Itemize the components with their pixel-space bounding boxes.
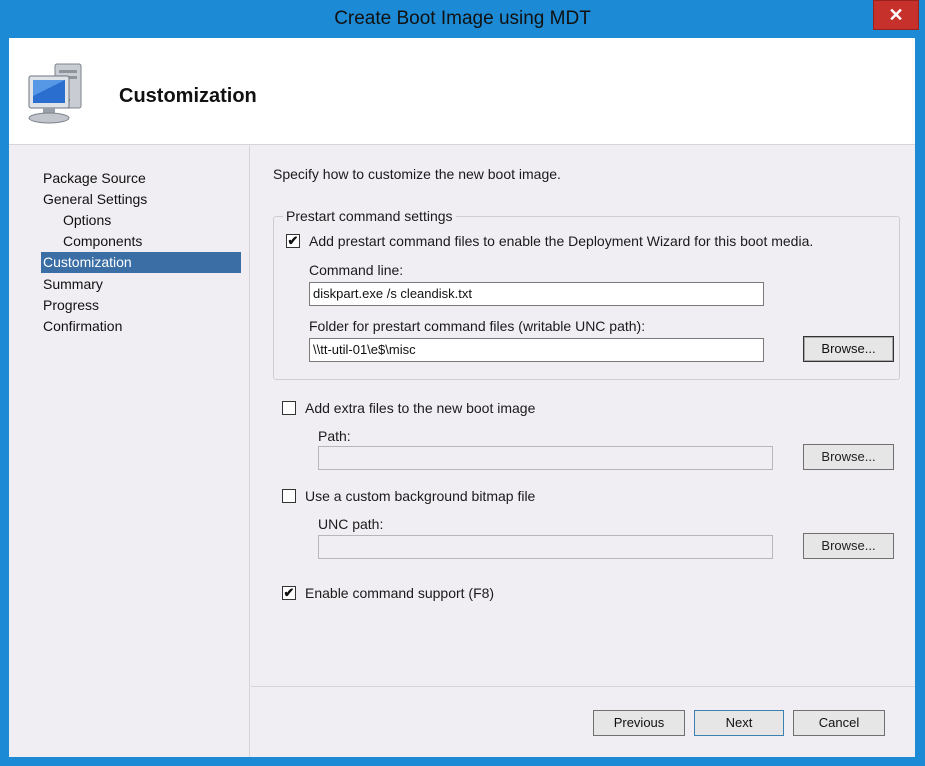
next-button[interactable]: Next (694, 710, 784, 736)
prestart-checkbox-label[interactable]: Add prestart command files to enable the… (309, 233, 813, 249)
wizard-window: Create Boot Image using MDT ✕ Customizat… (0, 0, 925, 766)
customization-panel: Specify how to customize the new boot im… (251, 146, 915, 686)
window-title: Create Boot Image using MDT (334, 8, 591, 29)
prestart-group-legend: Prestart command settings (283, 208, 456, 224)
checkmark-icon: ✔ (287, 233, 299, 248)
nav-item-package-source[interactable]: Package Source (43, 168, 146, 189)
background-bitmap-checkbox[interactable] (282, 489, 296, 503)
command-line-label: Command line: (309, 262, 404, 278)
checkmark-icon: ✔ (283, 585, 295, 600)
prestart-checkbox[interactable]: ✔ (286, 234, 300, 248)
command-support-label[interactable]: Enable command support (F8) (305, 585, 494, 601)
nav-item-general-settings[interactable]: General Settings (43, 189, 147, 210)
nav-item-components[interactable]: Components (63, 231, 142, 252)
path-label: Path: (318, 428, 351, 444)
nav-item-options[interactable]: Options (63, 210, 111, 231)
nav-item-confirmation[interactable]: Confirmation (43, 316, 122, 337)
extra-files-label[interactable]: Add extra files to the new boot image (305, 400, 535, 416)
computer-icon (28, 63, 82, 124)
wizard-header: Customization (9, 38, 915, 145)
background-browse-button[interactable]: Browse... (803, 533, 894, 559)
intro-text: Specify how to customize the new boot im… (273, 166, 561, 182)
prestart-browse-button[interactable]: Browse... (803, 336, 894, 362)
extra-files-checkbox[interactable] (282, 401, 296, 415)
wizard-client-area: Customization Package Source General Set… (9, 38, 915, 757)
command-support-checkbox[interactable]: ✔ (282, 586, 296, 600)
close-icon: ✕ (888, 5, 904, 25)
command-line-input[interactable]: diskpart.exe /s cleandisk.txt (309, 282, 764, 306)
wizard-navigation: Package Source General Settings Options … (9, 146, 250, 757)
nav-item-summary[interactable]: Summary (43, 274, 103, 295)
nav-item-customization[interactable]: Customization (41, 252, 241, 273)
background-bitmap-label[interactable]: Use a custom background bitmap file (305, 488, 535, 504)
cancel-button[interactable]: Cancel (793, 710, 885, 736)
unc-path-label: UNC path: (318, 516, 384, 532)
previous-button[interactable]: Previous (593, 710, 685, 736)
folder-label: Folder for prestart command files (writa… (309, 318, 646, 334)
nav-item-progress[interactable]: Progress (43, 295, 99, 316)
wizard-footer: Previous Next Cancel (251, 686, 915, 757)
title-bar[interactable]: Create Boot Image using MDT ✕ (0, 0, 925, 38)
path-input[interactable] (318, 446, 773, 470)
folder-input[interactable]: \\tt-util-01\e$\misc (309, 338, 764, 362)
extra-files-browse-button[interactable]: Browse... (803, 444, 894, 470)
page-title: Customization (119, 85, 257, 107)
unc-path-input[interactable] (318, 535, 773, 559)
close-button[interactable]: ✕ (873, 0, 919, 30)
